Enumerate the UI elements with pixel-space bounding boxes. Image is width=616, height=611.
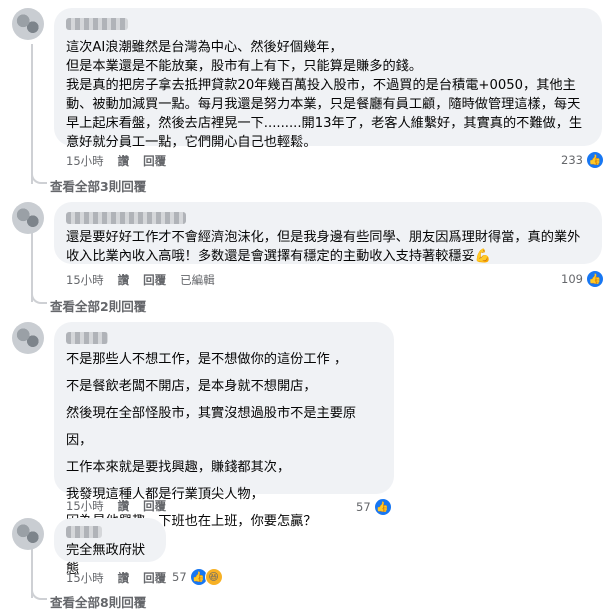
like-button[interactable]: 讚 bbox=[118, 498, 130, 514]
commenter-name[interactable] bbox=[66, 332, 108, 344]
like-button[interactable]: 讚 bbox=[118, 570, 130, 586]
timestamp[interactable]: 15小時 bbox=[66, 153, 104, 169]
reply-connector bbox=[31, 172, 47, 184]
thumbs-up-icon: 👍 bbox=[586, 151, 604, 169]
reply-connector bbox=[31, 588, 47, 600]
avatar[interactable] bbox=[12, 8, 44, 40]
comment-actions: 15小時 讚 回覆 bbox=[66, 570, 166, 586]
comment-line: 但是本業還是不能放棄，股市有上有下，只能算是賺多的錢。 bbox=[66, 59, 423, 74]
comment-line: 我是真的把房子拿去抵押貸款20年幾百萬投入股市，不過買的是台積電+0050，其他… bbox=[66, 78, 583, 150]
comment-bubble: 完全無政府狀態 bbox=[54, 518, 166, 577]
reply-button[interactable]: 回覆 bbox=[143, 272, 166, 288]
reaction-count[interactable]: 57 👍 bbox=[356, 498, 392, 516]
view-replies-link[interactable]: 查看全部8則回覆 bbox=[50, 592, 146, 611]
comment-bubble: 這次AI浪潮雖然是台灣為中心、然後好個幾年， 但是本業還是不能放棄，股市有上有下… bbox=[54, 8, 602, 150]
comment-bubble: 還是要好好工作才不會經濟泡沫化，但是我身邊有些同學、朋友因爲理財得當，真的業外收… bbox=[54, 202, 602, 264]
laughing-face-icon: 😆 bbox=[204, 568, 223, 586]
commenter-name[interactable] bbox=[66, 212, 186, 224]
thumbs-up-icon: 👍 bbox=[373, 498, 392, 516]
comment-actions: 15小時 讚 回覆 bbox=[66, 498, 166, 514]
comment-actions: 15小時 讚 回覆 已編輯 bbox=[66, 272, 215, 288]
avatar[interactable] bbox=[12, 202, 44, 234]
timestamp[interactable]: 15小時 bbox=[66, 272, 104, 288]
reaction-count[interactable]: 109 👍 bbox=[561, 270, 604, 288]
reply-connector bbox=[31, 292, 47, 304]
reply-button[interactable]: 回覆 bbox=[143, 153, 166, 169]
thread-line bbox=[31, 44, 33, 184]
reaction-number: 109 bbox=[561, 272, 583, 286]
comment-line: 工作本來就是要找興趣，賺錢都其次， bbox=[66, 460, 291, 475]
edited-label[interactable]: 已編輯 bbox=[180, 272, 215, 288]
like-button[interactable]: 讚 bbox=[118, 272, 130, 288]
comment-text: 這次AI浪潮雖然是台灣為中心、然後好個幾年， 但是本業還是不能放棄，股市有上有下… bbox=[66, 38, 590, 152]
comment-text: 還是要好好工作才不會經濟泡沫化，但是我身邊有些同學、朋友因爲理財得當，真的業外收… bbox=[66, 230, 581, 264]
reaction-number: 57 bbox=[172, 570, 187, 584]
like-button[interactable]: 讚 bbox=[118, 153, 130, 169]
comment-bubble: 不是那些人不想工作，是不想做你的這份工作 ， 不是餐飲老闆不開店，是本身就不想開… bbox=[54, 322, 394, 529]
avatar[interactable] bbox=[12, 518, 44, 550]
reply-button[interactable]: 回覆 bbox=[143, 570, 166, 586]
reply-button[interactable]: 回覆 bbox=[143, 498, 166, 514]
avatar[interactable] bbox=[12, 322, 44, 354]
timestamp[interactable]: 15小時 bbox=[66, 498, 104, 514]
view-replies-link[interactable]: 查看全部2則回覆 bbox=[50, 296, 146, 315]
comment-line: 不是餐飲老闆不開店，是本身就不想開店， bbox=[66, 379, 317, 394]
reaction-count[interactable]: 57 👍 😆 bbox=[172, 568, 223, 586]
comment-line: 然後現在全部怪股市，其實沒想過股市不是主要原因， bbox=[66, 406, 357, 448]
reaction-count[interactable]: 233 👍 bbox=[561, 151, 604, 169]
thumbs-up-icon: 👍 bbox=[586, 270, 604, 288]
commenter-name[interactable] bbox=[66, 18, 128, 30]
view-replies-link[interactable]: 查看全部3則回覆 bbox=[50, 176, 146, 195]
comment-actions: 15小時 讚 回覆 bbox=[66, 153, 166, 169]
comment-line: 不是那些人不想工作，是不想做你的這份工作 ， bbox=[66, 352, 348, 367]
commenter-name[interactable] bbox=[66, 526, 102, 538]
comment-line: 這次AI浪潮雖然是台灣為中心、然後好個幾年， bbox=[66, 40, 343, 55]
reaction-number: 57 bbox=[356, 500, 371, 514]
timestamp[interactable]: 15小時 bbox=[66, 570, 104, 586]
reaction-number: 233 bbox=[561, 153, 583, 167]
